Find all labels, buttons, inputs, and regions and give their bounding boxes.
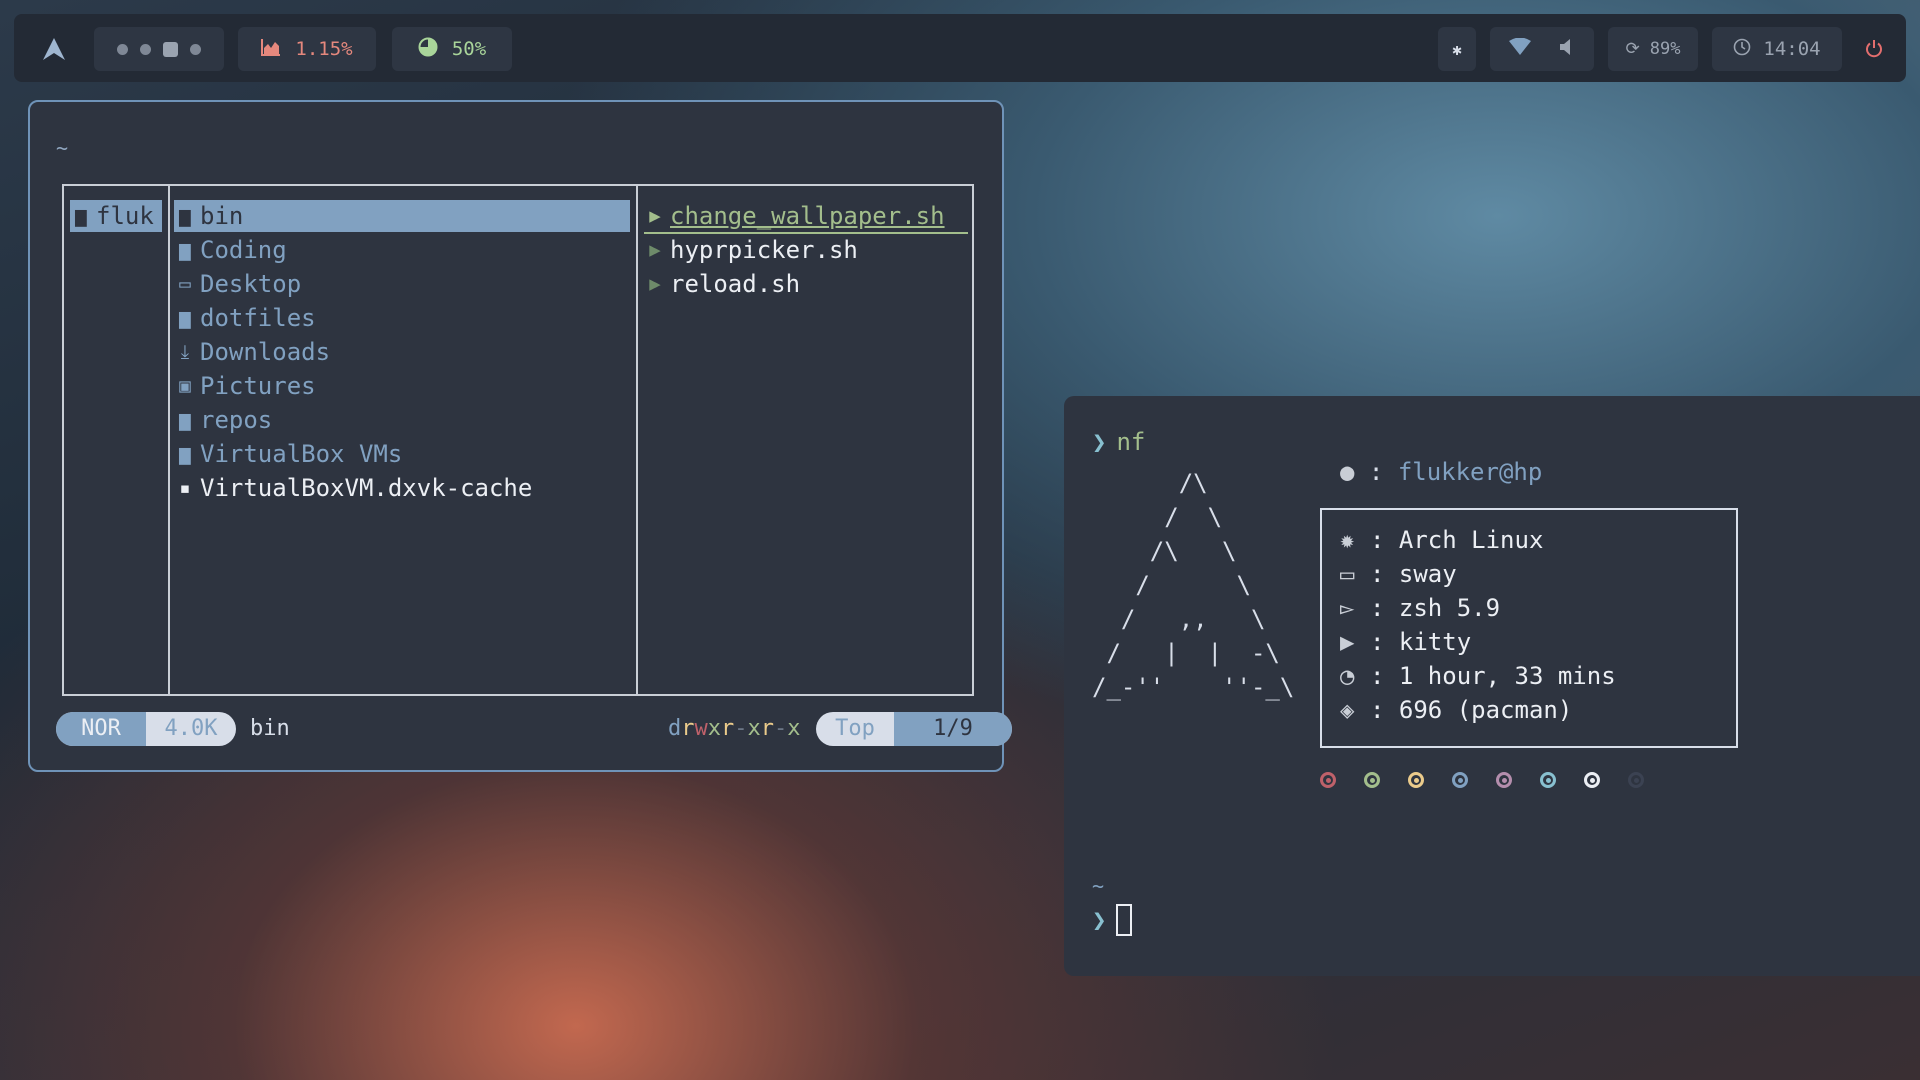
shell-icon: ▻ xyxy=(1340,594,1355,622)
info-row: ▶: kitty xyxy=(1340,628,1472,656)
workspace-indicator[interactable] xyxy=(94,27,224,71)
list-item[interactable]: ▶ reload.sh xyxy=(644,268,800,300)
desktop-icon: ▭ xyxy=(179,273,191,295)
info-row: ◈: 696 (pacman) xyxy=(1340,696,1573,724)
pie-chart-icon xyxy=(418,37,438,62)
terminal-window[interactable]: ❯ nf /\ / \ /\ \ / \ / ,, \ / | | -\ /_-… xyxy=(1064,396,1920,976)
package-icon: ◈ xyxy=(1340,696,1355,724)
username: flukker@hp xyxy=(1397,458,1543,486)
folder-icon: ▆ xyxy=(75,205,87,227)
list-item[interactable]: ▆ dotfiles xyxy=(174,302,315,334)
info-row: ▻: zsh 5.9 xyxy=(1340,594,1501,622)
list-item[interactable]: ▪ VirtualBoxVM.dxvk-cache xyxy=(174,472,532,504)
file-columns: ▆ fluk ▆ bin ▆ Coding ▭ Desktop ▆ dotfil… xyxy=(62,184,974,696)
clock-icon xyxy=(1733,38,1751,61)
palette-white xyxy=(1584,772,1600,788)
size-label: 4.0K xyxy=(164,716,218,741)
memory-value: 50% xyxy=(451,38,487,60)
volume-icon[interactable] xyxy=(1558,38,1576,61)
list-item[interactable]: ▆ repos xyxy=(174,404,272,436)
terminal-icon: ▶ xyxy=(649,205,661,227)
palette-magenta xyxy=(1496,772,1512,788)
position-indicator: Top 1/9 xyxy=(816,712,1012,746)
clock-value: 14:04 xyxy=(1763,38,1821,60)
status-bar: NOR 4.0K bin drwxr-xr-x Top 1/9 xyxy=(56,712,1012,746)
palette-red xyxy=(1320,772,1336,788)
workspace-2[interactable] xyxy=(140,43,151,55)
arch-logo-icon[interactable] xyxy=(36,27,72,71)
command-text: nf xyxy=(1116,428,1146,456)
parent-entry[interactable]: ▆ fluk xyxy=(70,200,162,232)
list-item[interactable]: ▣ Pictures xyxy=(174,370,315,402)
ascii-logo: /\ / \ /\ \ / \ / ,, \ / | | -\ /_-'' ''… xyxy=(1092,469,1295,701)
list-item[interactable]: ▆ Coding xyxy=(174,234,286,266)
list-item[interactable]: ▭ Desktop xyxy=(174,268,301,300)
user-icon: ● xyxy=(1340,458,1355,486)
mode-label: NOR xyxy=(56,712,146,746)
workspace-4[interactable] xyxy=(190,43,201,55)
cpu-value: 1.15% xyxy=(295,38,353,60)
parent-column: ▆ fluk xyxy=(64,186,170,694)
workspace-3-active[interactable] xyxy=(163,41,178,57)
folder-icon: ▆ xyxy=(179,205,191,227)
folder-icon: ▆ xyxy=(179,409,191,431)
refresh-icon: ⟳ xyxy=(1625,39,1640,59)
file-manager-window[interactable]: ~ ▆ fluk ▆ bin ▆ Coding ▭ Desktop ▆ dotf… xyxy=(28,100,1012,772)
prompt-line: ❯ nf xyxy=(1092,428,1145,456)
position-count: 1/9 xyxy=(894,712,1012,746)
mode-indicator: NOR 4.0K xyxy=(56,712,236,746)
terminal-icon: ▶ xyxy=(649,273,661,295)
color-palette xyxy=(1320,772,1644,788)
info-row: ✹: Arch Linux xyxy=(1340,526,1544,554)
terminal-icon: ▶ xyxy=(1340,628,1355,656)
preview-column: ▶ change_wallpaper.sh ▶ hyprpicker.sh ▶ … xyxy=(636,186,972,694)
workspace-1[interactable] xyxy=(117,43,128,55)
top-bar: 1.15% 50% ✱ ⟳ 89% 14:04 xyxy=(14,14,1906,82)
prompt-arrow-icon: ❯ xyxy=(1092,428,1107,456)
folder-icon: ▆ xyxy=(179,239,191,261)
chart-icon xyxy=(261,38,281,61)
cpu-widget[interactable]: 1.15% xyxy=(238,27,376,71)
prompt-arrow-icon: ❯ xyxy=(1092,906,1107,934)
list-item[interactable]: ▆ VirtualBox VMs xyxy=(174,438,402,470)
list-item[interactable]: ⤓ Downloads xyxy=(174,336,330,368)
terminal-icon: ▶ xyxy=(649,239,661,261)
palette-cyan xyxy=(1540,772,1556,788)
cwd-line: ~ xyxy=(1092,874,1105,898)
memory-widget[interactable]: 50% xyxy=(392,27,512,71)
current-column: ▆ bin ▆ Coding ▭ Desktop ▆ dotfiles ⤓ Do… xyxy=(168,186,638,694)
position-label: Top xyxy=(835,716,875,741)
wifi-icon[interactable] xyxy=(1508,37,1532,61)
palette-yellow xyxy=(1408,772,1424,788)
gear-icon: ✹ xyxy=(1340,526,1355,554)
palette-black xyxy=(1628,772,1644,788)
window-icon: ▭ xyxy=(1340,560,1355,588)
list-item[interactable]: ▆ bin xyxy=(174,200,630,232)
info-box: ✹: Arch Linux ▭: sway ▻: zsh 5.9 ▶: kitt… xyxy=(1320,508,1738,748)
current-name: bin xyxy=(250,716,290,741)
bluetooth-icon[interactable]: ✱ xyxy=(1438,27,1476,71)
info-row: ◔: 1 hour, 33 mins xyxy=(1340,662,1616,690)
picture-icon: ▣ xyxy=(179,375,191,397)
cursor[interactable] xyxy=(1116,904,1133,936)
input-prompt[interactable]: ❯ xyxy=(1092,904,1133,936)
current-path: ~ xyxy=(56,136,69,160)
palette-blue xyxy=(1452,772,1468,788)
folder-icon: ▆ xyxy=(179,443,191,465)
power-icon[interactable] xyxy=(1856,27,1892,71)
file-icon: ▪ xyxy=(179,477,191,499)
list-item[interactable]: ▶ hyprpicker.sh xyxy=(644,234,858,266)
user-line: ● : flukker@hp xyxy=(1340,458,1543,486)
uptime-icon: ◔ xyxy=(1340,662,1355,690)
folder-icon: ▆ xyxy=(179,307,191,329)
permissions: drwxr-xr-x xyxy=(668,716,801,741)
list-item[interactable]: ▶ change_wallpaper.sh xyxy=(644,200,968,234)
network-audio-widget[interactable] xyxy=(1490,27,1594,71)
clock-widget[interactable]: 14:04 xyxy=(1712,27,1842,71)
battery-widget[interactable]: ⟳ 89% xyxy=(1608,27,1698,71)
info-row: ▭: sway xyxy=(1340,560,1457,588)
palette-green xyxy=(1364,772,1380,788)
battery-value: 89% xyxy=(1649,39,1681,59)
download-icon: ⤓ xyxy=(180,341,190,363)
